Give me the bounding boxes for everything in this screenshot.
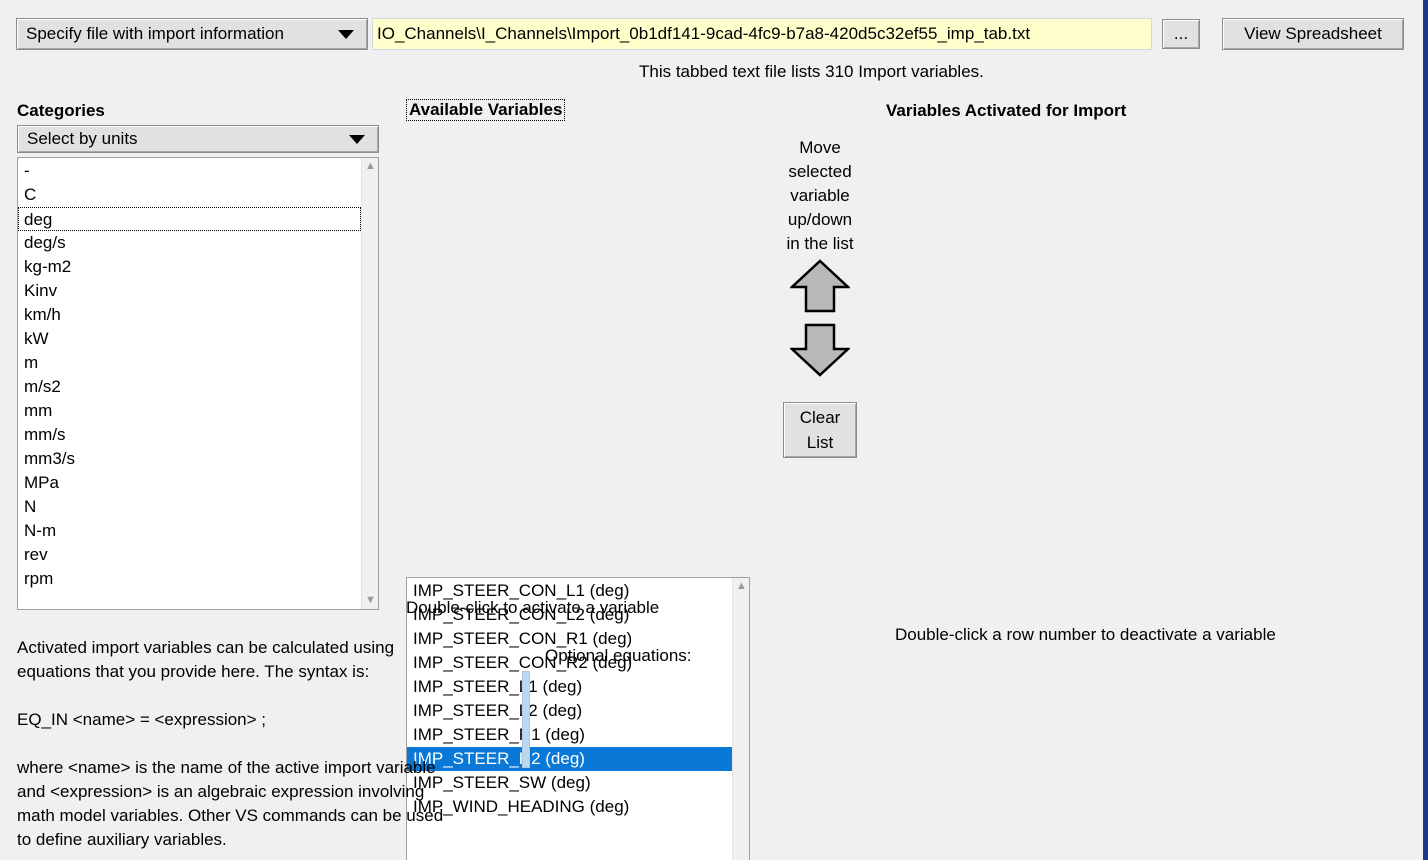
help-line-6: math model variables. Other VS commands … bbox=[17, 806, 444, 825]
clear-list-label-line-1: Clear bbox=[799, 408, 841, 427]
move-caption: Move selected variable up/down in the li… bbox=[772, 136, 868, 256]
categories-listbox[interactable]: - C deg deg/s kg-m2 Kinv km/h kW m m/s2 … bbox=[17, 157, 379, 610]
list-item[interactable]: N bbox=[18, 495, 361, 519]
help-line-4: where <name> is the name of the active i… bbox=[17, 758, 436, 777]
help-line-7: to define auxiliary variables. bbox=[17, 830, 227, 849]
arrow-up-icon bbox=[790, 259, 850, 313]
optional-equations-label: Optional equations: bbox=[545, 646, 692, 665]
list-item[interactable]: m/s2 bbox=[18, 375, 361, 399]
activated-variables-title: Variables Activated for Import bbox=[886, 101, 1127, 120]
list-item[interactable]: mm bbox=[18, 399, 361, 423]
list-item[interactable]: - bbox=[18, 159, 361, 183]
help-blank-1 bbox=[17, 684, 517, 708]
list-item[interactable]: C bbox=[18, 183, 361, 207]
list-item[interactable]: N-m bbox=[18, 519, 361, 543]
available-variables-scrollbar[interactable]: ▲ ▼ bbox=[732, 578, 749, 860]
list-item[interactable]: deg bbox=[18, 207, 361, 231]
list-item[interactable]: MPa bbox=[18, 471, 361, 495]
categories-selector-value: Select by units bbox=[27, 129, 138, 148]
scroll-up-icon[interactable]: ▲ bbox=[733, 578, 749, 595]
import-mode-select-label: Specify file with import information bbox=[26, 24, 284, 43]
browse-file-label: ... bbox=[1173, 24, 1189, 43]
move-caption-line-3: variable bbox=[790, 186, 850, 205]
available-variables-hint: Double-click to activate a variable bbox=[406, 598, 660, 617]
clear-list-label-line-2: List bbox=[806, 433, 834, 452]
equations-help-text: Activated import variables can be calcul… bbox=[17, 636, 517, 852]
list-item[interactable]: mm/s bbox=[18, 423, 361, 447]
move-caption-line-4: up/down bbox=[787, 210, 853, 229]
move-caption-line-1: Move bbox=[799, 138, 841, 157]
move-up-button[interactable] bbox=[790, 259, 850, 313]
move-caption-line-2: selected bbox=[788, 162, 852, 181]
file-info-text: This tabbed text file lists 310 Import v… bbox=[639, 62, 984, 81]
import-channels-panel: Specify file with import information IO_… bbox=[0, 0, 1428, 860]
categories-list-items: - C deg deg/s kg-m2 Kinv km/h kW m m/s2 … bbox=[18, 159, 361, 591]
import-mode-select[interactable]: Specify file with import information bbox=[16, 18, 368, 50]
list-item[interactable]: deg/s bbox=[18, 231, 361, 255]
help-line-2: equations that you provide here. The syn… bbox=[17, 662, 370, 681]
available-variables-title-wrap: Available Variables bbox=[406, 99, 566, 121]
categories-title: Categories bbox=[17, 101, 105, 120]
help-line-5: and <expression> is an algebraic express… bbox=[17, 782, 425, 801]
categories-scrollbar[interactable]: ▲ ▼ bbox=[361, 158, 378, 609]
available-variables-title: Available Variables bbox=[406, 99, 566, 121]
chevron-down-icon bbox=[349, 134, 365, 144]
list-item[interactable]: rev bbox=[18, 543, 361, 567]
move-caption-line-5: in the list bbox=[786, 234, 854, 253]
chevron-down-icon bbox=[338, 29, 354, 39]
list-item[interactable]: kW bbox=[18, 327, 361, 351]
panel-splitter-handle[interactable] bbox=[522, 671, 530, 768]
list-item[interactable]: rpm bbox=[18, 567, 361, 591]
browse-file-button[interactable]: ... bbox=[1162, 19, 1200, 49]
arrow-down-icon bbox=[790, 323, 850, 377]
view-spreadsheet-label: View Spreadsheet bbox=[1244, 24, 1382, 43]
help-line-1: Activated import variables can be calcul… bbox=[17, 638, 395, 657]
help-blank-2 bbox=[17, 732, 517, 756]
list-item[interactable]: Kinv bbox=[18, 279, 361, 303]
list-item[interactable]: m bbox=[18, 351, 361, 375]
scroll-up-icon[interactable]: ▲ bbox=[362, 158, 378, 175]
file-path-input[interactable]: IO_Channels\I_Channels\Import_0b1df141-9… bbox=[372, 18, 1152, 50]
activated-variables-hint: Double-click a row number to deactivate … bbox=[895, 625, 1276, 644]
clear-list-button[interactable]: Clear List bbox=[783, 402, 857, 458]
list-item[interactable]: mm3/s bbox=[18, 447, 361, 471]
file-path-value: IO_Channels\I_Channels\Import_0b1df141-9… bbox=[377, 24, 1031, 43]
move-down-button[interactable] bbox=[790, 323, 850, 377]
view-spreadsheet-button[interactable]: View Spreadsheet bbox=[1222, 18, 1404, 50]
categories-selector[interactable]: Select by units bbox=[17, 125, 379, 153]
scroll-down-icon[interactable]: ▼ bbox=[362, 592, 378, 609]
list-item[interactable]: km/h bbox=[18, 303, 361, 327]
help-line-3: EQ_IN <name> = <expression> ; bbox=[17, 710, 267, 729]
list-item[interactable]: kg-m2 bbox=[18, 255, 361, 279]
